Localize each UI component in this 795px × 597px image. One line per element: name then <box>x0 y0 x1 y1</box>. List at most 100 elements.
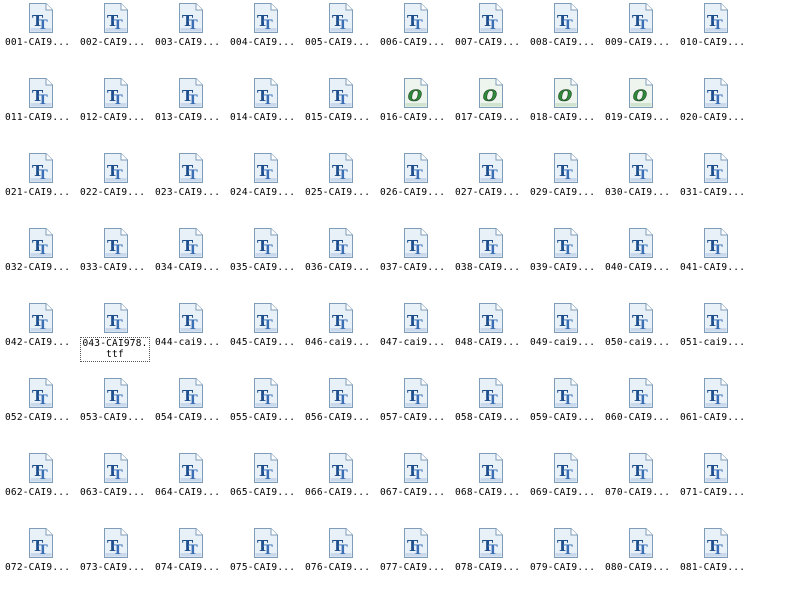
file-item[interactable]: T T 034-CAI9... <box>152 227 227 297</box>
file-item[interactable]: T T 036-CAI9... <box>302 227 377 297</box>
file-item[interactable]: T T 059-CAI9... <box>527 377 602 447</box>
file-item[interactable]: T T 011-CAI9... <box>2 77 77 147</box>
file-item[interactable]: T T 077-CAI9... <box>377 527 452 597</box>
file-item[interactable]: T T 044-cai9... <box>152 302 227 372</box>
file-item[interactable]: T T 006-CAI9... <box>377 2 452 72</box>
file-item[interactable]: T T 015-CAI9... <box>302 77 377 147</box>
truetype-font-icon: TT <box>253 227 279 259</box>
file-item[interactable]: T T 038-CAI9... <box>452 227 527 297</box>
file-item[interactable]: T T 052-CAI9... <box>2 377 77 447</box>
file-item[interactable]: T T 075-CAI9... <box>227 527 302 597</box>
file-item[interactable]: T T 012-CAI9... <box>77 77 152 147</box>
file-item[interactable]: T T 023-CAI9... <box>152 152 227 222</box>
file-item[interactable]: T T 039-CAI9... <box>527 227 602 297</box>
file-item[interactable]: T T 033-CAI9... <box>77 227 152 297</box>
file-item[interactable]: T T 024-CAI9... <box>227 152 302 222</box>
file-item[interactable]: T T 057-CAI9... <box>377 377 452 447</box>
file-item[interactable]: T T 046-cai9... <box>302 302 377 372</box>
file-item[interactable]: T T 004-CAI9... <box>227 2 302 72</box>
file-item[interactable]: T T 021-CAI9... <box>2 152 77 222</box>
svg-text:T: T <box>563 393 573 408</box>
file-item[interactable]: O 016-CAI9... <box>377 77 452 147</box>
file-item[interactable]: T T 076-CAI9... <box>302 527 377 597</box>
file-item[interactable]: T T 002-CAI9... <box>77 2 152 72</box>
file-item[interactable]: T T 072-CAI9... <box>2 527 77 597</box>
file-item[interactable]: T T 014-CAI9... <box>227 77 302 147</box>
svg-text:T: T <box>263 18 273 33</box>
file-item[interactable]: T T 047-cai9... <box>377 302 452 372</box>
file-name-label: 075-CAI9... <box>230 562 296 573</box>
file-item[interactable]: T T 068-CAI9... <box>452 452 527 522</box>
file-item[interactable]: T T 013-CAI9... <box>152 77 227 147</box>
truetype-font-icon: TT <box>703 227 729 259</box>
file-item[interactable]: T T 080-CAI9... <box>602 527 677 597</box>
file-item[interactable]: T T 054-CAI9... <box>152 377 227 447</box>
file-item[interactable]: T T 022-CAI9... <box>77 152 152 222</box>
file-item[interactable]: T T 007-CAI9... <box>452 2 527 72</box>
file-item[interactable]: T T 078-CAI9... <box>452 527 527 597</box>
file-item[interactable]: T T 056-CAI9... <box>302 377 377 447</box>
file-item[interactable]: T T 031-CAI9... <box>677 152 752 222</box>
file-item[interactable]: O 018-CAI9... <box>527 77 602 147</box>
file-item[interactable]: T T 067-CAI9... <box>377 452 452 522</box>
file-item[interactable]: T T 025-CAI9... <box>302 152 377 222</box>
file-item[interactable]: T T 069-CAI9... <box>527 452 602 522</box>
svg-text:O: O <box>558 86 572 105</box>
opentype-font-icon: O <box>403 77 429 109</box>
file-item[interactable]: T T 081-CAI9... <box>677 527 752 597</box>
file-item[interactable]: T T 074-CAI9... <box>152 527 227 597</box>
file-item[interactable]: T T 029-CAI9... <box>527 152 602 222</box>
file-item[interactable]: T T 050-cai9... <box>602 302 677 372</box>
file-name-label: 021-CAI9... <box>5 187 71 198</box>
file-item[interactable]: T T 060-CAI9... <box>602 377 677 447</box>
svg-text:T: T <box>413 168 423 183</box>
file-item[interactable]: T T 058-CAI9... <box>452 377 527 447</box>
file-item[interactable]: T T 065-CAI9... <box>227 452 302 522</box>
truetype-font-icon: TT <box>403 527 429 559</box>
file-item[interactable]: T T 001-CAI9... <box>2 2 77 72</box>
svg-text:T: T <box>488 543 498 558</box>
file-name-label: 001-CAI9... <box>5 37 71 48</box>
file-item[interactable]: T T 073-CAI9... <box>77 527 152 597</box>
file-item[interactable]: T T 049-cai9... <box>527 302 602 372</box>
file-item[interactable]: T T 030-CAI9... <box>602 152 677 222</box>
svg-text:T: T <box>488 468 498 483</box>
file-item[interactable]: T T 043-CAI978.ttf <box>77 302 152 372</box>
file-item[interactable]: T T 079-CAI9... <box>527 527 602 597</box>
file-item[interactable]: T T 032-CAI9... <box>2 227 77 297</box>
file-item[interactable]: T T 071-CAI9... <box>677 452 752 522</box>
file-item[interactable]: T T 066-CAI9... <box>302 452 377 522</box>
file-item[interactable]: T T 037-CAI9... <box>377 227 452 297</box>
file-item[interactable]: T T 005-CAI9... <box>302 2 377 72</box>
file-name-label: 010-CAI9... <box>680 37 746 48</box>
file-item[interactable]: T T 040-CAI9... <box>602 227 677 297</box>
truetype-font-icon: TT <box>628 227 654 259</box>
file-item[interactable]: T T 009-CAI9... <box>602 2 677 72</box>
file-item[interactable]: O 019-CAI9... <box>602 77 677 147</box>
file-item[interactable]: T T 041-CAI9... <box>677 227 752 297</box>
file-item[interactable]: T T 062-CAI9... <box>2 452 77 522</box>
file-item[interactable]: T T 048-CAI9... <box>452 302 527 372</box>
svg-text:T: T <box>638 468 648 483</box>
file-item[interactable]: T T 026-CAI9... <box>377 152 452 222</box>
file-item[interactable]: T T 055-CAI9... <box>227 377 302 447</box>
file-item[interactable]: T T 045-CAI9... <box>227 302 302 372</box>
file-item[interactable]: T T 053-CAI9... <box>77 377 152 447</box>
file-item[interactable]: O 017-CAI9... <box>452 77 527 147</box>
file-name-label: 023-CAI9... <box>155 187 221 198</box>
file-item[interactable]: T T 064-CAI9... <box>152 452 227 522</box>
file-item[interactable]: T T 008-CAI9... <box>527 2 602 72</box>
file-item[interactable]: T T 027-CAI9... <box>452 152 527 222</box>
file-item[interactable]: T T 020-CAI9... <box>677 77 752 147</box>
file-item[interactable]: T T 010-CAI9... <box>677 2 752 72</box>
file-item[interactable]: T T 063-CAI9... <box>77 452 152 522</box>
truetype-font-icon: TT <box>253 2 279 34</box>
file-item[interactable]: T T 070-CAI9... <box>602 452 677 522</box>
file-name-label: 042-CAI9... <box>5 337 71 348</box>
file-item[interactable]: T T 061-CAI9... <box>677 377 752 447</box>
file-item[interactable]: T T 051-cai9... <box>677 302 752 372</box>
truetype-font-icon: TT <box>703 77 729 109</box>
file-item[interactable]: T T 003-CAI9... <box>152 2 227 72</box>
file-item[interactable]: T T 042-CAI9... <box>2 302 77 372</box>
file-item[interactable]: T T 035-CAI9... <box>227 227 302 297</box>
